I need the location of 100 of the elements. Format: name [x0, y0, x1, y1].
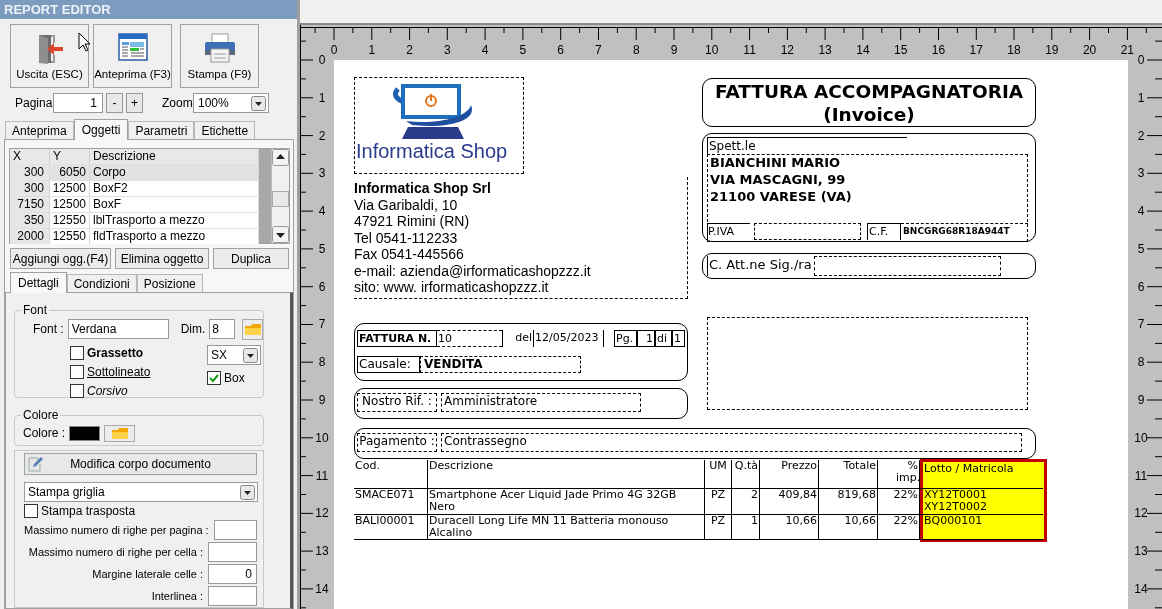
ruler-label: 19 [1045, 43, 1059, 57]
field-label: di [655, 330, 672, 347]
table-row[interactable]: 350 12550 lblTrasporto a mezzo [10, 212, 259, 228]
minus-button[interactable]: - [106, 93, 123, 113]
field-label: Font : [33, 321, 64, 338]
field-label: Dim. [180, 321, 206, 338]
ruler-label: 16 [931, 43, 946, 57]
ruler-label: 8 [632, 43, 640, 57]
ruler-label: 18 [1007, 43, 1021, 57]
field-label: del [502, 330, 533, 347]
ruler-label: 7 [595, 43, 602, 57]
field-value: Amministratore [441, 393, 641, 412]
table-cell: SMACE071 [354, 489, 428, 515]
table-row[interactable]: 2000 12550 fldTrasporto a mezzo [10, 228, 259, 244]
ruler-label: 12 [315, 506, 329, 521]
table-cell: 409,84 [760, 489, 819, 515]
ruler-label: 1 [1137, 90, 1145, 105]
table-cell: 1 [732, 515, 760, 540]
field-label: Pagina [15, 95, 53, 112]
company-line: sito: www. irformaticashopzzz.it [354, 279, 549, 295]
ruler-label: 1 [368, 43, 376, 57]
checkbox[interactable] [24, 504, 38, 518]
table-cell: PZ [705, 515, 732, 540]
field-label: P.IVA [707, 223, 750, 240]
tab[interactable]: Posizione [136, 274, 203, 292]
table-row[interactable]: 300 6050 Corpo [10, 164, 259, 180]
edit-body-button[interactable]: Modifica corpo documento [24, 453, 257, 475]
window-title: REPORT EDITOR [4, 0, 111, 19]
checkbox-label: Box [224, 370, 245, 387]
scrollbar[interactable] [271, 149, 289, 243]
logo-text: Informatica Shop [356, 140, 508, 162]
align-select[interactable]: SX [207, 345, 261, 365]
page-field[interactable]: 1 [53, 93, 103, 113]
column-header: Totale [819, 460, 878, 489]
input-field[interactable] [208, 586, 257, 606]
table-row[interactable]: 300 12500 BoxF2 [10, 180, 259, 196]
field-label: Causale: [357, 356, 420, 373]
size-field[interactable]: 8 [209, 319, 236, 339]
ruler-label: 6 [557, 43, 564, 57]
customer-address-line: 21100 VARESE (VA) [710, 189, 852, 205]
folder-icon [110, 426, 129, 440]
scroll-thumb[interactable] [272, 191, 289, 207]
plus-button[interactable]: + [126, 93, 143, 113]
table-cell: 300 [10, 181, 50, 196]
checkbox[interactable] [70, 383, 84, 398]
tab[interactable]: Etichette [194, 121, 256, 139]
pencil-icon [27, 456, 43, 472]
input-field[interactable] [208, 542, 257, 562]
ruler-label: 10 [315, 430, 329, 445]
toolbar-button[interactable]: Uscita (ESC) [10, 24, 89, 88]
checkbox[interactable] [70, 345, 84, 360]
scroll-up-icon[interactable] [272, 149, 289, 166]
field-value: VENDITA [420, 356, 581, 373]
checkbox[interactable] [70, 364, 84, 379]
table-cell: BQ000101 [920, 515, 1043, 540]
input-field[interactable]: 0 [208, 564, 257, 584]
customer-address-line: VIA MASCAGNI, 99 [710, 172, 846, 188]
font-field[interactable]: Verdana [67, 319, 169, 339]
table-cell: 7150 [10, 197, 50, 212]
tab[interactable]: Condizioni [66, 274, 137, 292]
toolbar-button[interactable]: Stampa (F9) [180, 24, 259, 88]
action-button[interactable]: Duplica [213, 248, 289, 269]
ruler-label: 8 [318, 355, 326, 370]
table-cell: Duracell Long Life MN 11 Batteria monouso Alcalino [428, 515, 705, 540]
checkbox[interactable] [207, 371, 221, 385]
tab[interactable]: Oggetti [73, 119, 129, 140]
document-title: (Invoice) [822, 103, 916, 126]
action-button[interactable]: Elimina oggetto [115, 248, 209, 269]
color-swatch[interactable] [69, 425, 101, 441]
ruler-label: 21 [1120, 43, 1135, 57]
tab[interactable]: Dettagli [10, 272, 67, 293]
action-button[interactable]: Aggiungi ogg.(F4) [10, 248, 111, 269]
tab[interactable]: Anteprima [5, 121, 74, 139]
field-label: Zoom [162, 95, 193, 112]
company-line: 47921 Rimini (RN) [354, 213, 470, 229]
field-label: C.F. [867, 223, 901, 240]
document-title: FATTURA ACCOMPAGNATORIA [713, 80, 1025, 103]
table-row[interactable]: 7150 12500 BoxF [10, 196, 259, 212]
checkbox-label: Sottolineato [87, 363, 151, 381]
table-cell: 2000 [10, 229, 50, 244]
column-header: UM [705, 460, 732, 489]
ruler-label: 14 [856, 43, 870, 57]
scroll-down-icon[interactable] [272, 226, 289, 243]
company-name: Informatica Shop Srl [354, 180, 491, 196]
preview-window-icon [117, 33, 148, 61]
column-header: % imp. [878, 460, 920, 489]
table-cell: PZ [705, 489, 732, 515]
print-mode-select[interactable]: Stampa griglia [24, 482, 258, 502]
ruler-label: 8 [1137, 355, 1145, 370]
field-label: Margine laterale celle : [92, 566, 203, 582]
zoom-select[interactable]: 100% [193, 93, 269, 113]
field-label: Pagamento : [357, 433, 437, 452]
field-value: 1 [637, 330, 655, 347]
ruler-label: 4 [1137, 204, 1145, 219]
ruler-label: 9 [318, 393, 326, 407]
company-line: e-mail: azienda@irformaticashopzzz.it [354, 262, 591, 279]
input-field[interactable] [213, 520, 257, 540]
field-label: Pg. [614, 330, 637, 347]
toolbar-button[interactable]: Anteprima (F3) [93, 24, 172, 88]
tab[interactable]: Parametri [128, 121, 195, 139]
